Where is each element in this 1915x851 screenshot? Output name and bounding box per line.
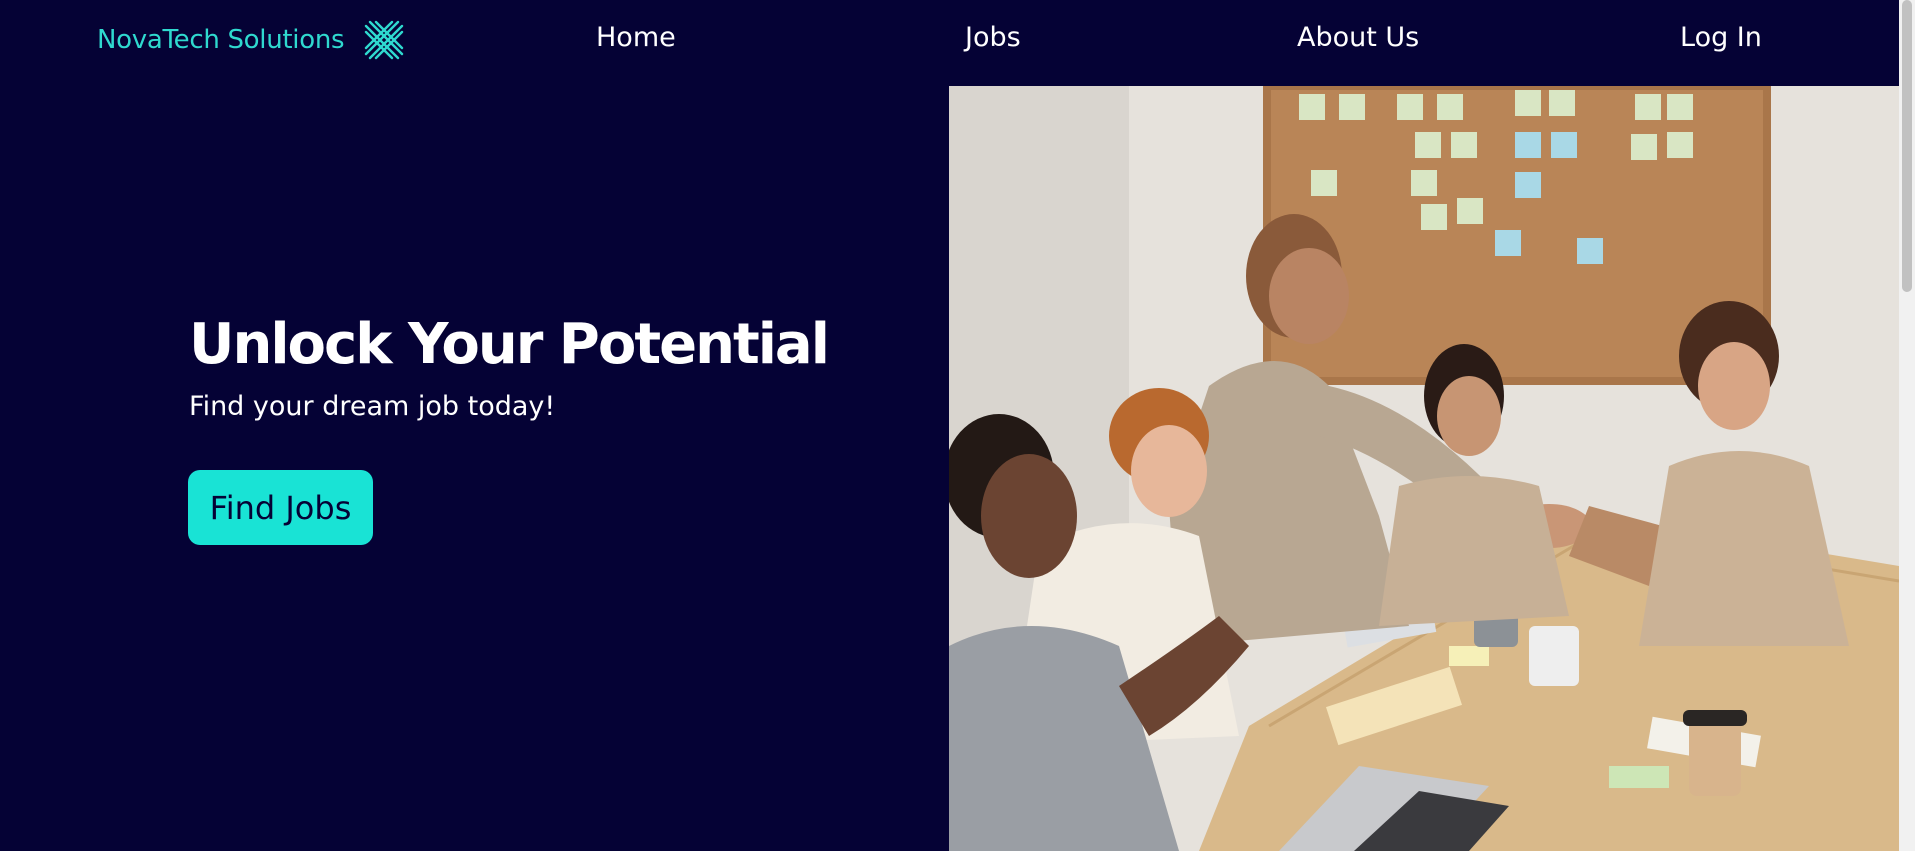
hero-text-block: Unlock Your Potential Find your dream jo… <box>189 312 830 422</box>
team-meeting-illustration <box>949 86 1899 851</box>
find-jobs-button[interactable]: Find Jobs <box>188 470 373 545</box>
hero-subtitle: Find your dream job today! <box>189 391 556 422</box>
nav-jobs-link[interactable]: Jobs <box>965 22 1021 53</box>
nav-home-link[interactable]: Home <box>596 22 676 53</box>
scrollbar-thumb[interactable] <box>1902 0 1912 292</box>
brand-link[interactable]: NovaTech Solutions <box>97 18 406 62</box>
nav-login-link[interactable]: Log In <box>1680 22 1762 53</box>
logo-icon <box>365 20 404 60</box>
nav-about-link[interactable]: About Us <box>1297 22 1419 53</box>
vertical-scrollbar[interactable] <box>1899 0 1915 851</box>
top-navbar: NovaTech Solutions Home Jobs About Us Lo… <box>0 0 1898 86</box>
hero-title: Unlock Your Potential <box>189 312 830 377</box>
brand-name: NovaTech Solutions <box>97 25 345 55</box>
hero-photo <box>949 86 1899 851</box>
